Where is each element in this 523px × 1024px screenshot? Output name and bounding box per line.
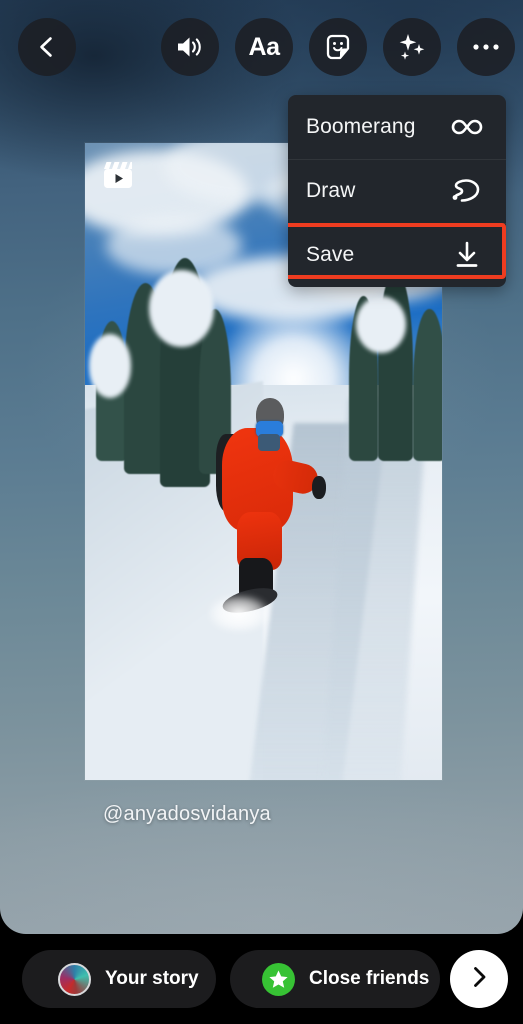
squiggle-pen-icon xyxy=(450,174,484,208)
chevron-right-icon xyxy=(467,965,491,994)
menu-item-boomerang[interactable]: Boomerang xyxy=(288,95,506,159)
reels-clapperboard-icon xyxy=(99,156,137,194)
speaker-wave-icon xyxy=(175,33,205,61)
close-friends-button[interactable]: Close friends xyxy=(230,950,440,1008)
more-options-menu: Boomerang Draw Save xyxy=(288,95,506,287)
chevron-left-icon xyxy=(34,34,60,60)
menu-item-label: Save xyxy=(306,243,355,266)
sparkles-icon xyxy=(397,32,427,62)
close-friends-label: Close friends xyxy=(309,968,430,989)
top-toolbar: Aa xyxy=(0,0,523,95)
infinity-icon xyxy=(450,110,484,144)
your-story-button[interactable]: Your story xyxy=(22,950,216,1008)
aa-text-icon: Aa xyxy=(248,32,280,61)
ellipsis-horizontal-icon xyxy=(472,42,500,52)
avatar xyxy=(58,962,91,996)
more-options-button[interactable] xyxy=(457,18,515,76)
menu-item-save[interactable]: Save xyxy=(288,223,506,287)
menu-item-draw[interactable]: Draw xyxy=(288,159,506,223)
your-story-label: Your story xyxy=(105,968,199,989)
effects-button[interactable] xyxy=(383,18,441,76)
sound-button[interactable] xyxy=(161,18,219,76)
media-username: @anyadosvidanya xyxy=(103,803,271,825)
menu-item-label: Boomerang xyxy=(306,115,416,138)
star-icon xyxy=(262,962,295,996)
sticker-smiley-icon xyxy=(323,32,353,62)
story-composer-screen: @anyadosvidanya Aa Boomerang Draw Save Y… xyxy=(0,0,523,1024)
sticker-button[interactable] xyxy=(309,18,367,76)
back-button[interactable] xyxy=(18,18,76,76)
next-button[interactable] xyxy=(450,950,508,1008)
text-button[interactable]: Aa xyxy=(235,18,293,76)
bottom-action-bar: Your story Close friends xyxy=(0,934,523,1024)
menu-item-label: Draw xyxy=(306,179,356,202)
download-arrow-icon xyxy=(450,238,484,272)
snowboarder-subject xyxy=(209,397,326,632)
